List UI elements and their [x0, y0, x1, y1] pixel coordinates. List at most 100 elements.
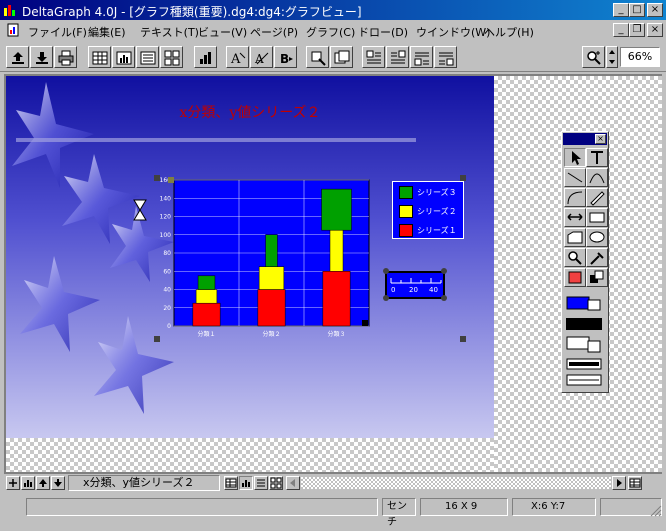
line-weight-swatch[interactable]	[566, 358, 602, 370]
line-color-swatch[interactable]	[566, 318, 602, 330]
menu-text[interactable]: テキスト(T)	[140, 24, 199, 40]
outline-button[interactable]	[136, 46, 159, 68]
zoom-field[interactable]: 66%	[620, 47, 660, 67]
app-icon[interactable]	[3, 3, 17, 17]
pasteboard-area-bottom	[6, 438, 494, 472]
tool-freehand[interactable]	[586, 188, 608, 207]
graph-type-button[interactable]	[194, 46, 217, 68]
menu-view[interactable]: ビュー(V)	[198, 24, 247, 40]
line-style-swatch[interactable]	[566, 374, 602, 386]
horizontal-scroll-track[interactable]	[301, 477, 611, 489]
text-style-button[interactable]: A	[226, 46, 249, 68]
menu-window[interactable]: ウインドウ(W)	[416, 24, 490, 40]
selection-handle[interactable]	[154, 336, 160, 342]
selection-handle[interactable]	[460, 175, 466, 181]
menu-graph[interactable]: グラフ(C)	[306, 24, 355, 40]
shadow-swatch[interactable]	[566, 336, 602, 354]
table-view-button[interactable]	[628, 476, 642, 490]
selection-handles[interactable]	[150, 172, 470, 347]
menu-page[interactable]: ページ(P)	[250, 24, 298, 40]
tool-eyedropper[interactable]	[586, 248, 608, 267]
menu-file[interactable]: ファイル(F)	[28, 24, 87, 40]
align-bottom-button[interactable]	[434, 46, 457, 68]
bar-chart-icon	[116, 51, 132, 65]
align-right-button[interactable]	[386, 46, 409, 68]
align-left-button[interactable]	[362, 46, 385, 68]
tool-rectangle[interactable]	[586, 208, 608, 227]
rectangle-icon	[589, 212, 605, 223]
graph-type-icon	[200, 52, 211, 64]
view-chart-button[interactable]	[239, 476, 253, 490]
data-options-button[interactable]	[306, 46, 329, 68]
left-triangle-icon	[290, 479, 295, 487]
menu-help[interactable]: ヘルプ(H)	[484, 24, 534, 40]
chart-sheet-button[interactable]	[21, 476, 35, 490]
doc-restore-button[interactable]: ❐	[629, 23, 645, 37]
close-button[interactable]: ×	[647, 3, 663, 17]
view-slides-button[interactable]	[269, 476, 283, 490]
menu-edit[interactable]: 編集(E)	[88, 24, 126, 40]
view-datasheet-button[interactable]	[224, 476, 238, 490]
tool-text[interactable]	[586, 148, 608, 167]
align-center-icon	[414, 52, 429, 66]
selection-handle[interactable]	[362, 320, 368, 326]
star-shape	[12, 82, 94, 188]
title-underline	[16, 138, 416, 142]
view-outline-button[interactable]	[254, 476, 268, 490]
text-rotate-button[interactable]: A	[250, 46, 273, 68]
prev-sheet-button[interactable]	[36, 476, 50, 490]
open-button[interactable]	[6, 46, 29, 68]
down-arrow-icon	[54, 479, 62, 487]
tool-line[interactable]	[564, 168, 586, 187]
align-center-button[interactable]	[410, 46, 433, 68]
document-icon[interactable]	[6, 23, 20, 37]
palette-title-bar[interactable]: ×	[563, 133, 607, 145]
minimize-button[interactable]: _	[613, 3, 629, 17]
menu-draw[interactable]: ドロー(D)	[358, 24, 408, 40]
slides-button[interactable]	[160, 46, 183, 68]
bold-button[interactable]: B	[274, 46, 297, 68]
selection-handle[interactable]	[441, 295, 447, 301]
next-sheet-button[interactable]	[51, 476, 65, 490]
scroll-left-button[interactable]	[286, 476, 300, 490]
tool-arrange[interactable]	[586, 268, 608, 287]
print-button[interactable]	[54, 46, 77, 68]
doc-close-button[interactable]: ×	[647, 23, 663, 37]
resize-grip-icon[interactable]	[650, 505, 662, 517]
graph-title[interactable]: x分類、y値シリーズ２	[6, 102, 494, 122]
save-icon	[36, 52, 48, 64]
status-message	[26, 498, 378, 516]
tool-curve[interactable]	[586, 168, 608, 187]
status-coordinates: X:6 Y:7	[512, 498, 596, 516]
fill-color-swatch[interactable]	[566, 296, 602, 312]
selection-handle[interactable]	[383, 268, 389, 274]
tool-select[interactable]	[564, 148, 586, 167]
selection-handle[interactable]	[460, 336, 466, 342]
datasheet-button[interactable]	[88, 46, 111, 68]
selection-handle[interactable]	[168, 177, 174, 183]
title-bar: DeltaGraph 4.0J - [グラフ種類(重要).dg4:dg4:グラフ…	[0, 0, 666, 20]
maximize-button[interactable]: □	[629, 3, 645, 17]
zoom-stepper[interactable]	[606, 46, 618, 68]
selection-handle[interactable]	[441, 268, 447, 274]
tool-arc[interactable]	[564, 188, 586, 207]
drawing-palette: ×	[561, 131, 609, 393]
series-options-button[interactable]	[330, 46, 353, 68]
selection-handle[interactable]	[383, 295, 389, 301]
tool-zoom[interactable]	[564, 248, 586, 267]
doc-minimize-button[interactable]: _	[613, 23, 629, 37]
tool-polygon[interactable]	[564, 228, 586, 247]
chart-view-button[interactable]	[112, 46, 135, 68]
tool-fill-color[interactable]	[564, 268, 586, 287]
add-sheet-button[interactable]	[6, 476, 20, 490]
zoom-button[interactable]	[582, 46, 605, 68]
tool-ellipse[interactable]	[586, 228, 608, 247]
palette-close-button[interactable]: ×	[595, 134, 606, 144]
selection-handle[interactable]	[154, 175, 160, 181]
scroll-right-button[interactable]	[612, 476, 626, 490]
save-button[interactable]	[30, 46, 53, 68]
curve-tool-icon	[589, 173, 605, 184]
fill-swatch-icon	[566, 296, 601, 311]
tool-arrow-line[interactable]	[564, 208, 586, 227]
sheet-tab-active[interactable]: x分類、y値シリーズ２	[68, 475, 220, 491]
